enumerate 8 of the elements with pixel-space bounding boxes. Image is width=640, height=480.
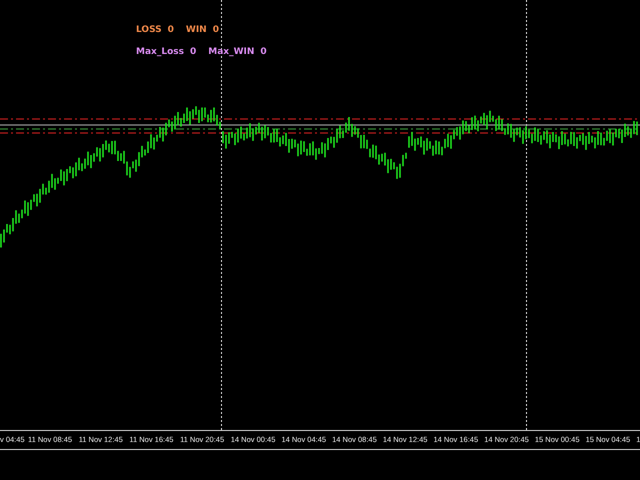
stat-value: 0 — [190, 46, 196, 58]
stat-label: Max_WIN — [208, 46, 254, 58]
stat-value: 0 — [168, 24, 174, 36]
stat-value: 0 — [212, 24, 219, 36]
stat-label: Max_Loss — [136, 46, 184, 58]
stat-label: WIN — [186, 24, 207, 36]
stat-value: 0 — [260, 46, 267, 58]
stat-label: LOSS — [136, 24, 162, 36]
